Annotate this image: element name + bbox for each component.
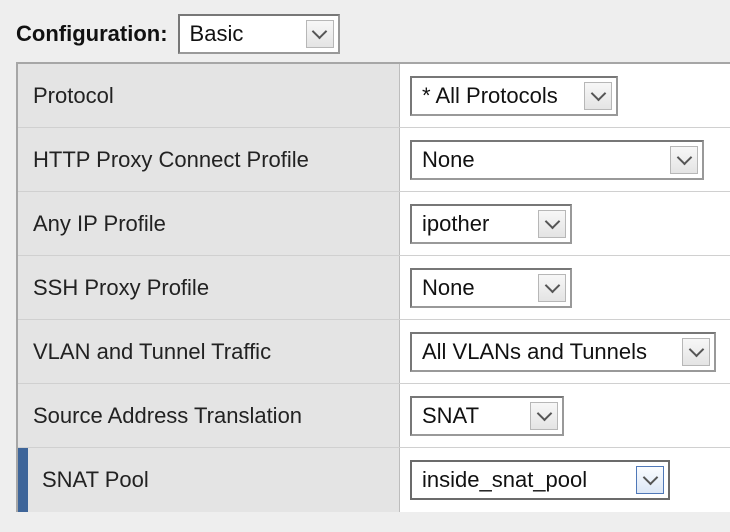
source-address-translation-select[interactable]: SNAT	[410, 396, 564, 436]
row-label-cell: SNAT Pool	[18, 448, 400, 512]
table-row-protocol: Protocol * All Protocols	[18, 64, 730, 128]
any-ip-profile-value: ipother	[422, 211, 490, 236]
row-label: Any IP Profile	[18, 192, 400, 255]
snat-pool-select[interactable]: inside_snat_pool	[410, 460, 670, 500]
chevron-down-icon[interactable]	[670, 146, 698, 174]
row-value-cell: inside_snat_pool	[400, 448, 730, 512]
chevron-down-icon[interactable]	[530, 402, 558, 430]
selection-marker	[18, 448, 28, 512]
source-address-translation-value: SNAT	[422, 403, 480, 428]
chevron-down-icon[interactable]	[538, 274, 566, 302]
protocol-select[interactable]: * All Protocols	[410, 76, 618, 116]
chevron-down-icon[interactable]	[682, 338, 710, 366]
configuration-mode-row: Configuration: Basic	[16, 14, 340, 54]
configuration-label: Configuration:	[16, 21, 168, 46]
http-proxy-connect-profile-value: None	[422, 147, 475, 172]
row-label: HTTP Proxy Connect Profile	[18, 128, 400, 191]
vlan-and-tunnel-traffic-value: All VLANs and Tunnels	[422, 339, 648, 364]
snat-pool-value: inside_snat_pool	[422, 467, 588, 492]
row-value-cell: None	[400, 128, 730, 191]
table-row-any-ip-profile: Any IP Profile ipother	[18, 192, 730, 256]
virtual-server-configuration-panel: Configuration: Basic Protocol * All Prot…	[0, 0, 730, 532]
row-value-cell: * All Protocols	[400, 64, 730, 127]
row-value-cell: ipother	[400, 192, 730, 255]
row-label: SNAT Pool	[42, 467, 149, 492]
vlan-and-tunnel-traffic-select[interactable]: All VLANs and Tunnels	[410, 332, 716, 372]
row-label: Protocol	[18, 64, 400, 127]
table-row-snat-pool: SNAT Pool inside_snat_pool	[18, 448, 730, 512]
http-proxy-connect-profile-select[interactable]: None	[410, 140, 704, 180]
row-label: Source Address Translation	[18, 384, 400, 447]
table-row-ssh-proxy-profile: SSH Proxy Profile None	[18, 256, 730, 320]
row-value-cell: SNAT	[400, 384, 730, 447]
table-row-http-proxy-connect-profile: HTTP Proxy Connect Profile None	[18, 128, 730, 192]
configuration-mode-value: Basic	[189, 21, 244, 46]
settings-table: Protocol * All Protocols HTTP Proxy Conn…	[16, 62, 730, 512]
table-row-vlan-and-tunnel-traffic: VLAN and Tunnel Traffic All VLANs and Tu…	[18, 320, 730, 384]
row-value-cell: All VLANs and Tunnels	[400, 320, 730, 383]
table-row-source-address-translation: Source Address Translation SNAT	[18, 384, 730, 448]
chevron-down-icon[interactable]	[538, 210, 566, 238]
chevron-down-icon[interactable]	[584, 82, 612, 110]
ssh-proxy-profile-select[interactable]: None	[410, 268, 572, 308]
configuration-mode-select[interactable]: Basic	[177, 14, 340, 54]
protocol-select-value: * All Protocols	[422, 83, 558, 108]
row-value-cell: None	[400, 256, 730, 319]
any-ip-profile-select[interactable]: ipother	[410, 204, 572, 244]
chevron-down-icon[interactable]	[305, 20, 334, 48]
row-label: VLAN and Tunnel Traffic	[18, 320, 400, 383]
ssh-proxy-profile-value: None	[422, 275, 475, 300]
chevron-down-icon[interactable]	[636, 466, 664, 494]
row-label: SSH Proxy Profile	[18, 256, 400, 319]
